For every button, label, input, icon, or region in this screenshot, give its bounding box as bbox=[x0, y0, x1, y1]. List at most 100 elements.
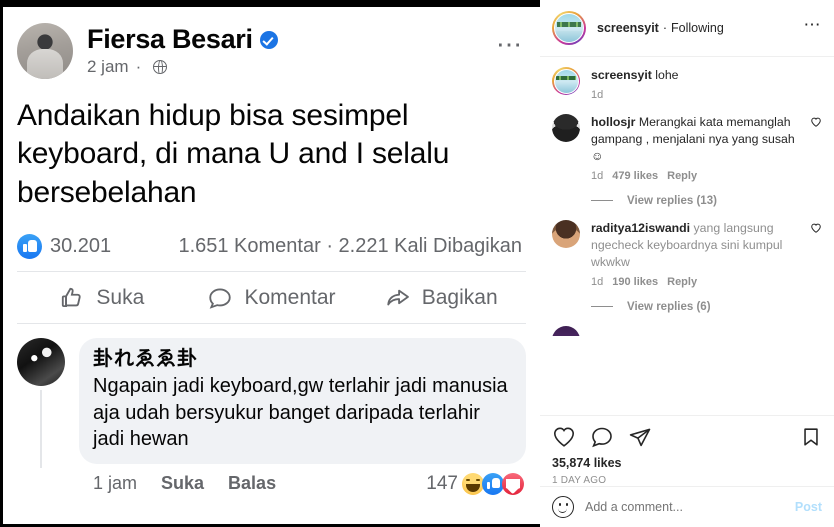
comment-button[interactable]: Komentar bbox=[187, 285, 357, 311]
comment-2-username[interactable]: raditya12iswandi bbox=[591, 221, 690, 235]
replies-dash-1 bbox=[591, 200, 613, 202]
author-name-row: Fiersa Besari bbox=[87, 24, 496, 55]
add-comment-bar: Post bbox=[540, 486, 834, 527]
post-stats-row: 30.201 1.651 Komentar · 2.221 Kali Dibag… bbox=[17, 218, 526, 273]
facebook-post-panel: Fiersa Besari 2 jam · ⋯ Andaikan hidup b… bbox=[0, 0, 540, 527]
add-comment-input[interactable] bbox=[585, 500, 795, 514]
comment-1-username[interactable]: hollosjr bbox=[591, 115, 635, 129]
comment-2-likes[interactable]: 190 likes bbox=[612, 276, 658, 288]
like-reaction-icon bbox=[17, 234, 42, 260]
comment-button-label: Komentar bbox=[244, 286, 336, 310]
post-like-count[interactable]: 30.201 bbox=[50, 235, 111, 258]
post-timestamp: 2 jam bbox=[87, 57, 129, 77]
header-avatar-image bbox=[554, 13, 584, 43]
caption-avatar-image bbox=[553, 68, 579, 94]
comment-2-line: raditya12iswandi yang langsung ngecheck … bbox=[591, 220, 800, 271]
thumbs-up-icon bbox=[62, 288, 82, 308]
post-body-text: Andaikan hidup bisa sesimpel keyboard, d… bbox=[17, 99, 450, 209]
caption-username[interactable]: screensyit bbox=[591, 68, 652, 82]
comment-2-heart-outline-icon[interactable] bbox=[810, 222, 822, 234]
post-header: Fiersa Besari 2 jam · ⋯ bbox=[17, 7, 526, 85]
caption-meta: 1d bbox=[591, 89, 818, 101]
next-comment-avatar[interactable] bbox=[552, 325, 580, 336]
header-username[interactable]: screensyit bbox=[597, 21, 659, 35]
instagram-more-options-icon[interactable]: ⋯ bbox=[804, 16, 823, 36]
caption-text: lohe bbox=[655, 68, 679, 82]
caption-item: screensyit lohe 1d bbox=[552, 67, 822, 101]
author-avatar[interactable] bbox=[17, 23, 73, 79]
header-user-row: screensyit · Following bbox=[597, 21, 804, 35]
post-author-name[interactable]: Fiersa Besari bbox=[87, 24, 253, 55]
instagram-post-timestamp: 1 DAY AGO bbox=[552, 475, 607, 486]
instagram-post-panel: screensyit · Following ⋯ screensyit lohe… bbox=[540, 0, 834, 527]
love-emoji-icon bbox=[502, 472, 524, 495]
verified-badge-icon bbox=[259, 30, 278, 49]
post-comment-share-count[interactable]: 1.651 Komentar · 2.221 Kali Dibagikan bbox=[178, 235, 522, 258]
comment-author-avatar[interactable] bbox=[17, 338, 65, 387]
comment-reaction-count: 147 bbox=[426, 472, 458, 494]
caption-timestamp: 1d bbox=[591, 88, 604, 101]
instagram-comment-feed[interactable]: screensyit lohe 1d hollosjr Merangkai ka… bbox=[540, 57, 834, 415]
like-button[interactable]: Suka bbox=[17, 285, 187, 311]
header-avatar[interactable] bbox=[552, 11, 586, 45]
caption-avatar[interactable] bbox=[552, 67, 580, 95]
haha-emoji-icon bbox=[462, 472, 484, 495]
like-button-label: Suka bbox=[96, 286, 145, 310]
caption-line: screensyit lohe bbox=[591, 67, 818, 84]
caption-body: screensyit lohe 1d bbox=[591, 67, 822, 101]
comment-1-reply[interactable]: Reply bbox=[667, 170, 697, 182]
like-emoji-icon bbox=[482, 472, 504, 495]
comment-author-name[interactable]: 卦れゑゑ卦 bbox=[93, 347, 512, 372]
comment-bubble-icon bbox=[209, 288, 232, 309]
comment-1-timestamp: 1d bbox=[591, 169, 604, 182]
comment-1-likes[interactable]: 479 likes bbox=[612, 170, 658, 182]
comment-text: Ngapain jadi keyboard,gw terlahir jadi m… bbox=[93, 375, 508, 451]
smiley-icon[interactable] bbox=[552, 496, 574, 518]
comment-1-meta: 1d 479 likes Reply bbox=[591, 170, 800, 182]
screenshot-root: Fiersa Besari 2 jam · ⋯ Andaikan hidup b… bbox=[0, 0, 834, 527]
view-replies-label-2[interactable]: View replies (6) bbox=[627, 301, 711, 313]
post-comment-button[interactable]: Post bbox=[795, 500, 822, 514]
comment-bubble: 卦れゑゑ卦 Ngapain jadi keyboard,gw terlahir … bbox=[79, 338, 526, 464]
comment-timestamp: 1 jam bbox=[93, 473, 138, 494]
comment-item-2: raditya12iswandi yang langsung ngecheck … bbox=[552, 219, 822, 288]
bookmark-outline-icon[interactable] bbox=[800, 425, 822, 449]
instagram-header: screensyit · Following ⋯ bbox=[540, 0, 834, 57]
post-meta: 2 jam · bbox=[87, 57, 496, 77]
post-header-text: Fiersa Besari 2 jam · bbox=[87, 24, 496, 78]
comment-2-reply[interactable]: Reply bbox=[667, 276, 697, 288]
heart-outline-icon[interactable] bbox=[552, 425, 576, 449]
comment-avatar-wrap bbox=[17, 338, 65, 469]
post-more-options-icon[interactable]: ⋯ bbox=[496, 31, 526, 63]
share-button[interactable]: Bagikan bbox=[356, 285, 526, 311]
follow-state-label[interactable]: Following bbox=[671, 21, 724, 35]
view-replies-label-1[interactable]: View replies (13) bbox=[627, 195, 717, 207]
comment-1-body: hollosjr Merangkai kata memanglah gampan… bbox=[591, 114, 804, 182]
comment-1-heart-outline-icon[interactable] bbox=[810, 116, 822, 128]
comment-item-1: hollosjr Merangkai kata memanglah gampan… bbox=[552, 113, 822, 182]
view-replies-1[interactable]: View replies (13) bbox=[591, 195, 822, 207]
globe-icon[interactable] bbox=[153, 60, 168, 75]
comment-2-avatar[interactable] bbox=[552, 219, 580, 248]
comment-reply-link[interactable]: Balas bbox=[228, 473, 276, 494]
comment-like-link[interactable]: Suka bbox=[161, 473, 204, 494]
comment-bubble-icon[interactable] bbox=[590, 425, 614, 449]
comment-2-meta: 1d 190 likes Reply bbox=[591, 276, 800, 288]
post-action-bar: Suka Komentar Bagikan bbox=[17, 272, 526, 325]
share-button-label: Bagikan bbox=[421, 286, 498, 310]
next-comment-peek bbox=[552, 325, 822, 336]
comment-2-body: raditya12iswandi yang langsung ngecheck … bbox=[591, 220, 804, 288]
comment-thread-line bbox=[40, 390, 42, 469]
instagram-action-bar: 35,874 likes 1 DAY AGO bbox=[540, 415, 834, 486]
share-arrow-icon bbox=[387, 289, 409, 306]
comment-reactions[interactable]: 147 bbox=[426, 472, 524, 495]
instagram-like-count[interactable]: 35,874 likes bbox=[552, 456, 822, 470]
view-replies-2[interactable]: View replies (6) bbox=[591, 301, 822, 313]
comment-1-avatar[interactable] bbox=[552, 113, 580, 142]
paper-plane-icon[interactable] bbox=[628, 425, 652, 449]
meta-separator: · bbox=[135, 57, 142, 77]
comment-item: 卦れゑゑ卦 Ngapain jadi keyboard,gw terlahir … bbox=[17, 324, 526, 495]
replies-dash-2 bbox=[591, 306, 613, 308]
header-separator: · bbox=[662, 21, 668, 35]
comment-body: 卦れゑゑ卦 Ngapain jadi keyboard,gw terlahir … bbox=[79, 338, 526, 495]
